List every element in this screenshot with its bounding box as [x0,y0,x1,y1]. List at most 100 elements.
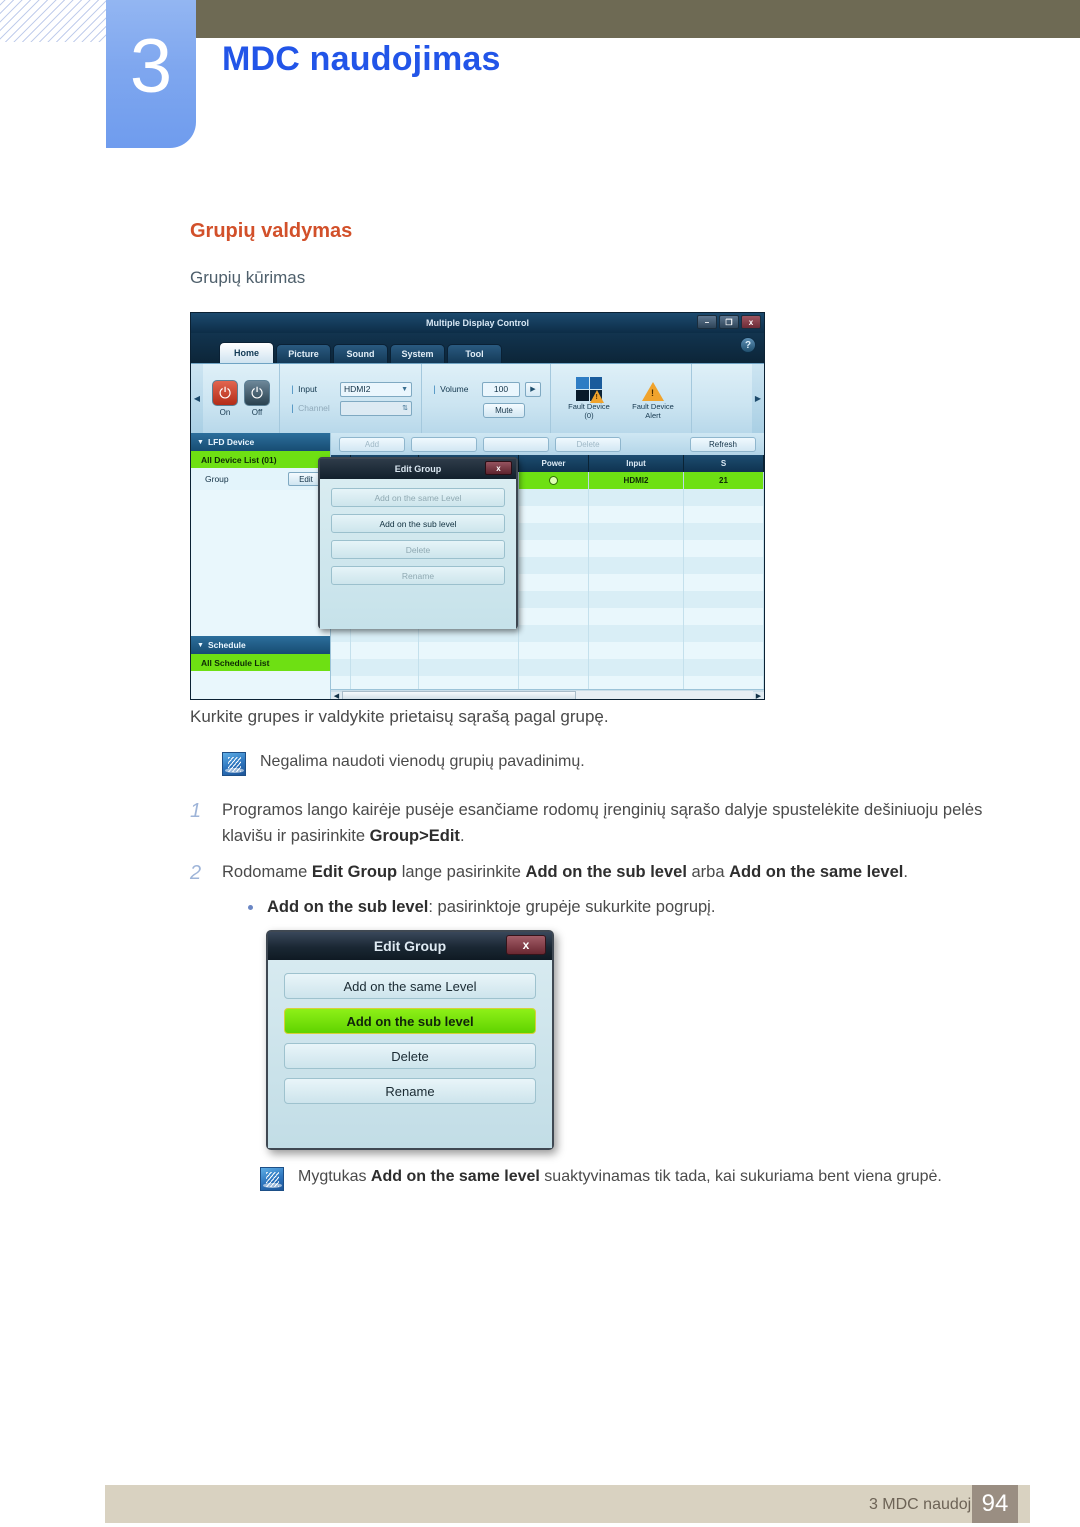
delete-group-button[interactable]: Delete [284,1043,536,1069]
edit-group-dialog: Edit Group x Add on the same Level Add o… [266,930,554,1150]
scroll-right-icon[interactable]: ▶ [753,691,764,699]
edit-group-close-icon[interactable]: x [506,935,546,955]
step-1-part2: . [459,826,465,845]
fault-device-alert-control[interactable]: Fault Device Alert [624,377,682,420]
note-2: Mygtukas Add on the same level suaktyvin… [260,1165,1020,1191]
tab-system[interactable]: System [390,344,445,363]
embedded-add-sub-level-button[interactable]: Add on the sub level [331,514,505,533]
edit-group-body: Add on the same Level Add on the sub lev… [268,960,552,1148]
bullet-1: Add on the sub level: pasirinktoje grupė… [248,895,1008,920]
volume-increase-icon[interactable]: ▶ [525,381,541,397]
step-2-text: Rodomame Edit Group lange pasirinkite Ad… [222,860,908,887]
toolbar-button-2[interactable] [411,436,477,452]
maximize-icon[interactable]: ❐ [719,315,739,329]
help-icon[interactable]: ? [740,337,756,353]
mdc-tab-strip: Home Picture Sound System Tool ? [191,333,764,363]
sidebar-schedule-area [191,671,330,699]
power-off-label: Off [251,408,263,417]
add-button[interactable]: Add [339,436,405,452]
sidebar-header-schedule[interactable]: ▼ Schedule [191,636,330,654]
intro-paragraph: Kurkite grupes ir valdykite prietaisų są… [190,707,609,726]
fault-device-icon [576,377,604,404]
embedded-rename-button[interactable]: Rename [331,566,505,585]
chevron-down-icon: ▼ [197,438,204,446]
step-1: 1 Programos lango kairėje pusėje esančia… [190,798,990,849]
mdc-sidebar: ▼ LFD Device All Device List (01) Group … [191,433,331,699]
bullet-1-text: Add on the sub level: pasirinktoje grupė… [267,895,715,920]
channel-label: Channel [289,403,335,414]
embedded-dialog-title: Edit Group [394,464,442,474]
step-2-part2: lange pasirinkite [397,863,526,881]
mdc-window-title: Multiple Display Control [425,318,529,328]
power-on-control[interactable]: ⏻ On [212,380,238,417]
page-number: 94 [972,1485,1018,1523]
refresh-button[interactable]: Refresh [690,436,756,452]
sidebar-item-group[interactable]: Group Edit [191,468,330,490]
scroll-left-icon[interactable]: ◀ [331,691,342,699]
fault-device-control[interactable]: Fault Device (0) [560,377,618,420]
sidebar-header-lfd-device[interactable]: ▼ LFD Device [191,433,330,451]
sidebar-schedule-label: Schedule [207,640,246,650]
delete-button[interactable]: Delete [555,436,621,452]
bullet-dot-icon [248,905,253,910]
step-2-bold1: Edit Group [311,863,398,881]
tab-sound[interactable]: Sound [333,344,388,363]
embedded-add-same-level-button[interactable]: Add on the same Level [331,488,505,507]
chevron-down-icon: ▼ [401,385,408,393]
add-on-sub-level-button[interactable]: Add on the sub level [284,1008,536,1034]
chapter-number: 3 [129,24,173,109]
edit-group-title-bar: Edit Group x [268,932,552,960]
power-on-icon[interactable]: ⏻ [212,380,238,406]
step-1-number: 1 [190,800,202,822]
power-off-control[interactable]: ⏻ Off [244,380,270,417]
input-row: Input HDMI2 ▼ [289,381,412,397]
note-icon [222,752,246,776]
volume-value[interactable]: 100 [482,381,520,397]
scrollbar-thumb[interactable] [342,690,577,699]
warning-triangle-icon [590,390,604,404]
ribbon-group-fault: Fault Device (0) Fault Device Alert [551,364,692,433]
note-2-bold1: Add on the same level [370,1168,540,1185]
ribbon-group-power: ⏻ On ⏻ Off [203,364,280,433]
note-icon [260,1167,284,1191]
tab-home[interactable]: Home [219,342,274,363]
add-on-same-level-button[interactable]: Add on the same Level [284,973,536,999]
tab-tool[interactable]: Tool [447,344,502,363]
step-2-number: 2 [190,862,202,884]
cell-size: 21 [684,472,764,489]
rename-group-button[interactable]: Rename [284,1078,536,1104]
step-1-part1: Programos lango kairėje pusėje esančiame… [222,801,983,845]
input-value: HDMI2 [344,384,371,394]
toolbar-button-3[interactable] [483,436,549,452]
step-2: 2 Rodomame Edit Group lange pasirinkite … [190,860,1010,887]
fault-device-count: (0) [584,410,594,420]
spinner-icon: ⇅ [402,405,408,412]
minimize-icon[interactable]: – [697,315,717,329]
mdc-title-bar: Multiple Display Control – ❐ x [191,313,764,333]
step-1-bold1: Group>Edit [369,826,460,845]
sidebar-device-tree-area [191,490,330,636]
subsection-heading: Grupių kūrimas [190,268,306,287]
close-icon[interactable]: x [741,315,761,329]
sidebar-item-all-schedule-list[interactable]: All Schedule List [191,654,330,671]
volume-label: Volume [431,384,477,395]
tab-picture[interactable]: Picture [276,344,331,363]
ribbon-scroll-left-icon[interactable]: ◀ [191,364,203,433]
note-1: Negalima naudoti vienodų grupių pavadini… [222,750,1012,776]
sidebar-item-all-device-list[interactable]: All Device List (01) [191,451,330,468]
embedded-dialog-close-icon[interactable]: x [485,461,512,475]
channel-stepper[interactable]: ⇅ [340,400,412,416]
scrollbar-track[interactable] [342,690,753,699]
ribbon-scroll-right-icon[interactable]: ▶ [752,364,764,433]
embedded-edit-group-dialog: Edit Group x Add on the same Level Add o… [318,457,518,629]
header-bar [195,0,1080,38]
embedded-delete-button[interactable]: Delete [331,540,505,559]
power-off-icon[interactable]: ⏻ [244,380,270,406]
input-select[interactable]: HDMI2 ▼ [340,381,412,397]
note-2-part1: Mygtukas [298,1168,371,1185]
mdc-ribbon: ◀ ⏻ On ⏻ Off Input HDMI2 ▼ [191,363,764,433]
mute-button[interactable]: Mute [483,402,525,418]
decorative-hatch-pattern [0,0,108,42]
ribbon-group-input: Input HDMI2 ▼ Channel ⇅ [280,364,422,433]
horizontal-scrollbar[interactable]: ◀ ▶ [331,689,764,699]
